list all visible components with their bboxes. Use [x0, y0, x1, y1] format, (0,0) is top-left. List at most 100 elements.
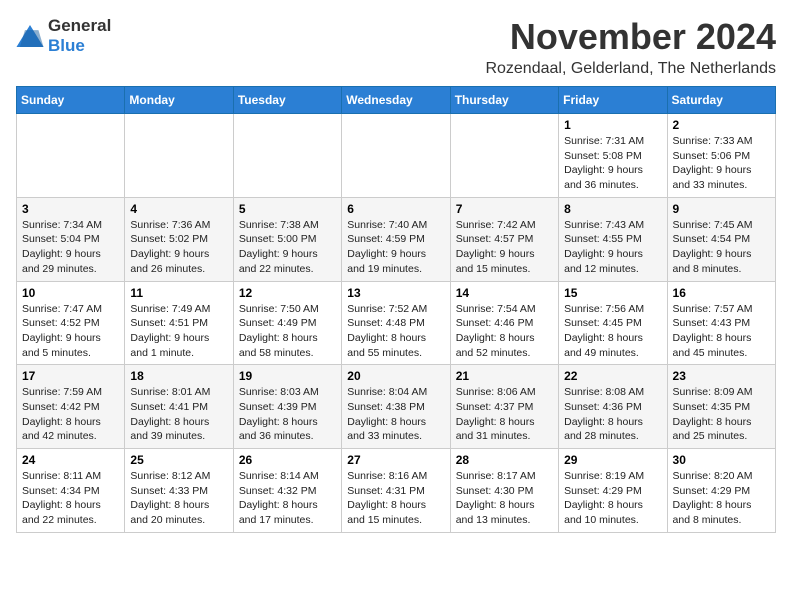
calendar-cell: 25 Sunrise: 8:12 AM Sunset: 4:33 PM Dayli… [125, 449, 233, 533]
day-info: Sunrise: 7:52 AM Sunset: 4:48 PM Dayligh… [347, 302, 444, 361]
day-number: 17 [22, 369, 119, 383]
day-number: 2 [673, 118, 770, 132]
day-number: 19 [239, 369, 336, 383]
day-info: Sunrise: 7:36 AM Sunset: 5:02 PM Dayligh… [130, 218, 227, 277]
location-title: Rozendaal, Gelderland, The Netherlands [485, 60, 776, 78]
calendar-cell: 4 Sunrise: 7:36 AM Sunset: 5:02 PM Daylig… [125, 197, 233, 281]
calendar-cell: 18 Sunrise: 8:01 AM Sunset: 4:41 PM Dayli… [125, 365, 233, 449]
day-info: Sunrise: 8:11 AM Sunset: 4:34 PM Dayligh… [22, 469, 119, 528]
calendar-week-row: 3 Sunrise: 7:34 AM Sunset: 5:04 PM Daylig… [17, 197, 776, 281]
day-info: Sunrise: 8:12 AM Sunset: 4:33 PM Dayligh… [130, 469, 227, 528]
calendar-cell: 10Sunrise: 7:47 AM Sunset: 4:52 PM Dayli… [17, 281, 125, 365]
day-number: 3 [22, 202, 119, 216]
weekday-header: Monday [125, 87, 233, 114]
day-info: Sunrise: 8:04 AM Sunset: 4:38 PM Dayligh… [347, 385, 444, 444]
day-number: 8 [564, 202, 661, 216]
day-info: Sunrise: 7:59 AM Sunset: 4:42 PM Dayligh… [22, 385, 119, 444]
calendar-cell: 5 Sunrise: 7:38 AM Sunset: 5:00 PM Daylig… [233, 197, 341, 281]
calendar-cell: 22 Sunrise: 8:08 AM Sunset: 4:36 PM Dayli… [559, 365, 667, 449]
day-info: Sunrise: 8:08 AM Sunset: 4:36 PM Dayligh… [564, 385, 661, 444]
day-number: 27 [347, 453, 444, 467]
day-info: Sunrise: 8:09 AM Sunset: 4:35 PM Dayligh… [673, 385, 770, 444]
day-info: Sunrise: 8:19 AM Sunset: 4:29 PM Dayligh… [564, 469, 661, 528]
calendar-cell: 27 Sunrise: 8:16 AM Sunset: 4:31 PM Dayli… [342, 449, 450, 533]
day-number: 23 [673, 369, 770, 383]
calendar-cell [450, 114, 558, 198]
day-info: Sunrise: 7:42 AM Sunset: 4:57 PM Dayligh… [456, 218, 553, 277]
day-number: 25 [130, 453, 227, 467]
calendar-cell: 2 Sunrise: 7:33 AM Sunset: 5:06 PM Daylig… [667, 114, 775, 198]
day-info: Sunrise: 7:34 AM Sunset: 5:04 PM Dayligh… [22, 218, 119, 277]
logo-blue-text: Blue [48, 36, 85, 55]
calendar-cell: 28Sunrise: 8:17 AM Sunset: 4:30 PM Dayli… [450, 449, 558, 533]
calendar-cell: 9Sunrise: 7:45 AM Sunset: 4:54 PM Daylig… [667, 197, 775, 281]
day-number: 22 [564, 369, 661, 383]
day-number: 6 [347, 202, 444, 216]
page-header: General Blue November 2024 Rozendaal, Ge… [16, 16, 776, 78]
calendar-cell: 20 Sunrise: 8:04 AM Sunset: 4:38 PM Dayli… [342, 365, 450, 449]
weekday-header: Sunday [17, 87, 125, 114]
day-number: 18 [130, 369, 227, 383]
calendar-cell: 30 Sunrise: 8:20 AM Sunset: 4:29 PM Dayli… [667, 449, 775, 533]
day-info: Sunrise: 7:43 AM Sunset: 4:55 PM Dayligh… [564, 218, 661, 277]
day-info: Sunrise: 7:54 AM Sunset: 4:46 PM Dayligh… [456, 302, 553, 361]
day-info: Sunrise: 7:56 AM Sunset: 4:45 PM Dayligh… [564, 302, 661, 361]
day-number: 20 [347, 369, 444, 383]
calendar-cell: 29 Sunrise: 8:19 AM Sunset: 4:29 PM Dayli… [559, 449, 667, 533]
day-info: Sunrise: 7:38 AM Sunset: 5:00 PM Dayligh… [239, 218, 336, 277]
calendar-cell [125, 114, 233, 198]
day-number: 29 [564, 453, 661, 467]
day-number: 7 [456, 202, 553, 216]
title-block: November 2024 Rozendaal, Gelderland, The… [485, 16, 776, 78]
day-number: 12 [239, 286, 336, 300]
day-number: 5 [239, 202, 336, 216]
logo-general-text: General [48, 16, 111, 35]
calendar-cell: 3 Sunrise: 7:34 AM Sunset: 5:04 PM Daylig… [17, 197, 125, 281]
day-number: 26 [239, 453, 336, 467]
weekday-header: Tuesday [233, 87, 341, 114]
calendar-week-row: 10Sunrise: 7:47 AM Sunset: 4:52 PM Dayli… [17, 281, 776, 365]
day-number: 24 [22, 453, 119, 467]
day-info: Sunrise: 7:40 AM Sunset: 4:59 PM Dayligh… [347, 218, 444, 277]
day-number: 30 [673, 453, 770, 467]
day-info: Sunrise: 8:16 AM Sunset: 4:31 PM Dayligh… [347, 469, 444, 528]
day-info: Sunrise: 7:45 AM Sunset: 4:54 PM Dayligh… [673, 218, 770, 277]
day-number: 4 [130, 202, 227, 216]
calendar-table: SundayMondayTuesdayWednesdayThursdayFrid… [16, 86, 776, 533]
day-info: Sunrise: 8:03 AM Sunset: 4:39 PM Dayligh… [239, 385, 336, 444]
calendar-cell [342, 114, 450, 198]
day-info: Sunrise: 7:50 AM Sunset: 4:49 PM Dayligh… [239, 302, 336, 361]
day-info: Sunrise: 7:49 AM Sunset: 4:51 PM Dayligh… [130, 302, 227, 361]
calendar-week-row: 17 Sunrise: 7:59 AM Sunset: 4:42 PM Dayli… [17, 365, 776, 449]
day-number: 10 [22, 286, 119, 300]
calendar-cell: 13Sunrise: 7:52 AM Sunset: 4:48 PM Dayli… [342, 281, 450, 365]
calendar-cell [17, 114, 125, 198]
calendar-cell: 6 Sunrise: 7:40 AM Sunset: 4:59 PM Daylig… [342, 197, 450, 281]
day-number: 14 [456, 286, 553, 300]
weekday-header: Saturday [667, 87, 775, 114]
day-info: Sunrise: 8:20 AM Sunset: 4:29 PM Dayligh… [673, 469, 770, 528]
calendar-cell: 12 Sunrise: 7:50 AM Sunset: 4:49 PM Dayli… [233, 281, 341, 365]
calendar-cell: 1 Sunrise: 7:31 AM Sunset: 5:08 PM Daylig… [559, 114, 667, 198]
day-info: Sunrise: 7:31 AM Sunset: 5:08 PM Dayligh… [564, 134, 661, 193]
day-number: 11 [130, 286, 227, 300]
weekday-header: Friday [559, 87, 667, 114]
calendar-cell: 15Sunrise: 7:56 AM Sunset: 4:45 PM Dayli… [559, 281, 667, 365]
calendar-cell: 17 Sunrise: 7:59 AM Sunset: 4:42 PM Dayli… [17, 365, 125, 449]
day-number: 16 [673, 286, 770, 300]
calendar-cell: 19 Sunrise: 8:03 AM Sunset: 4:39 PM Dayli… [233, 365, 341, 449]
calendar-cell: 16Sunrise: 7:57 AM Sunset: 4:43 PM Dayli… [667, 281, 775, 365]
calendar-week-row: 1 Sunrise: 7:31 AM Sunset: 5:08 PM Daylig… [17, 114, 776, 198]
logo-icon [16, 25, 44, 47]
month-title: November 2024 [485, 16, 776, 58]
day-number: 1 [564, 118, 661, 132]
logo: General Blue [16, 16, 111, 56]
weekday-header-row: SundayMondayTuesdayWednesdayThursdayFrid… [17, 87, 776, 114]
calendar-cell: 24 Sunrise: 8:11 AM Sunset: 4:34 PM Dayli… [17, 449, 125, 533]
day-info: Sunrise: 7:33 AM Sunset: 5:06 PM Dayligh… [673, 134, 770, 193]
calendar-cell: 21Sunrise: 8:06 AM Sunset: 4:37 PM Dayli… [450, 365, 558, 449]
calendar-cell: 23 Sunrise: 8:09 AM Sunset: 4:35 PM Dayli… [667, 365, 775, 449]
day-info: Sunrise: 8:01 AM Sunset: 4:41 PM Dayligh… [130, 385, 227, 444]
day-info: Sunrise: 8:17 AM Sunset: 4:30 PM Dayligh… [456, 469, 553, 528]
calendar-cell [233, 114, 341, 198]
